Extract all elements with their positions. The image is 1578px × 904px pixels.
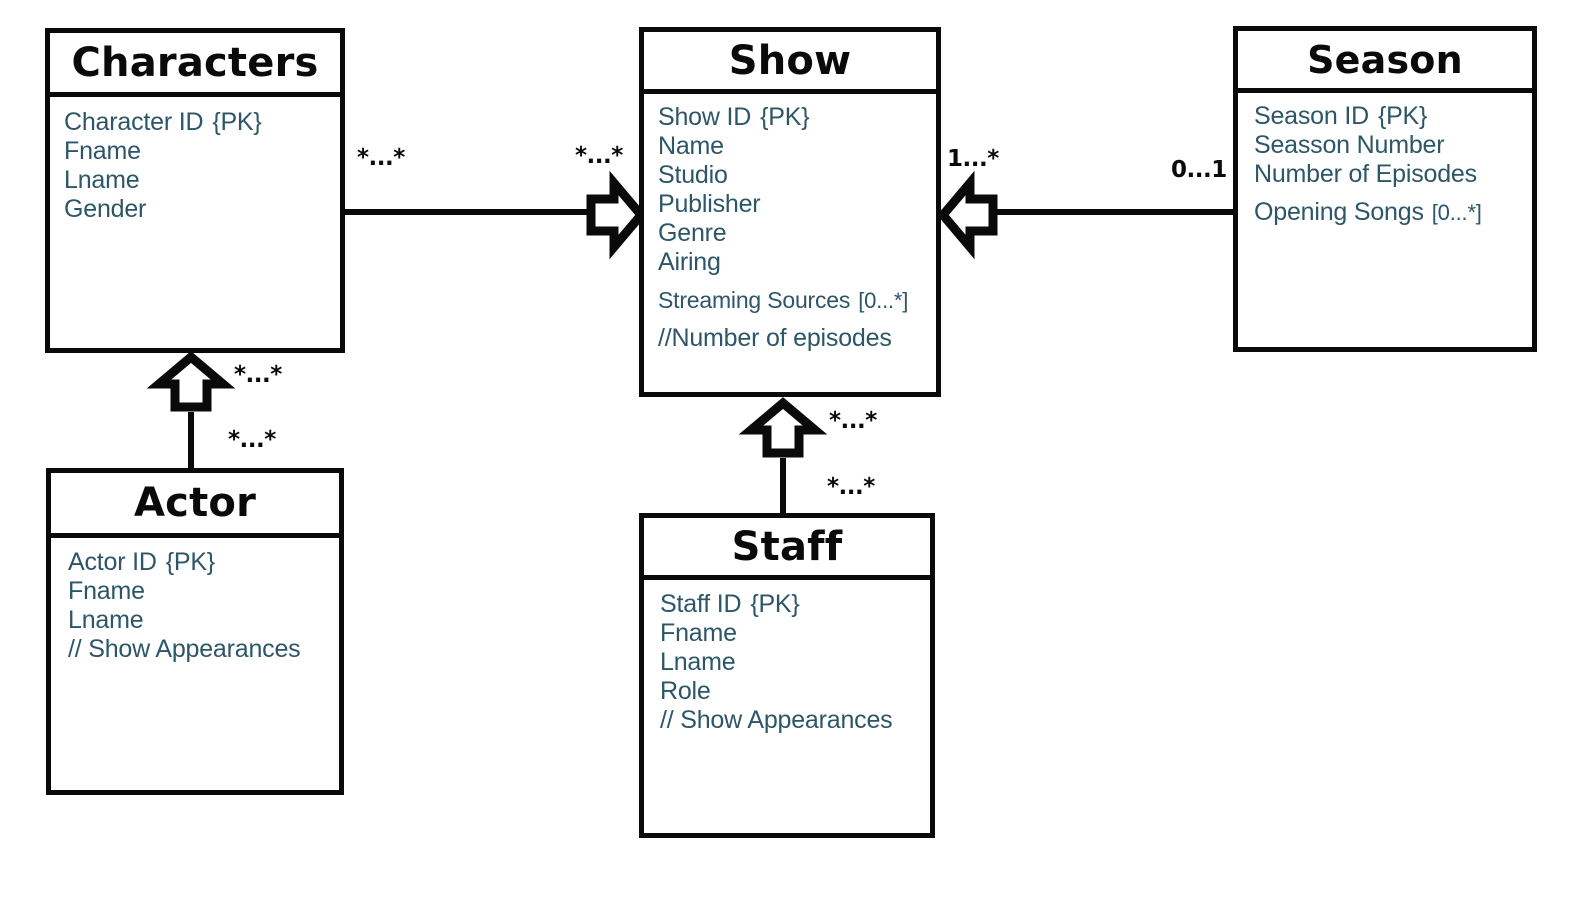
multiplicity-actor-characters-from: *...*	[228, 427, 276, 453]
multiplicity-characters-show-to: *...*	[575, 143, 623, 169]
attribute-name: //Number of episodes	[658, 324, 892, 352]
class-header-characters: Characters	[50, 33, 340, 97]
multiplicity-staff-show-from: *...*	[827, 474, 875, 500]
attribute-row: Staff ID {PK}	[660, 590, 930, 619]
edge-staff-show	[780, 458, 786, 516]
multiplicity-season-show-from: 0...1	[1171, 157, 1227, 183]
class-title-show: Show	[728, 37, 852, 84]
uml-class-staff[interactable]: Staff Staff ID {PK} Fname Lname Role // S…	[639, 513, 935, 838]
attribute-row: // Show Appearances	[68, 635, 339, 664]
attribute-name: Fname	[64, 137, 141, 165]
attribute-row: Name	[658, 132, 936, 161]
uml-class-show[interactable]: Show Show ID {PK} Name Studio Publisher G…	[639, 27, 941, 397]
attribute-name: Airing	[658, 248, 721, 276]
attribute-tag: {PK}	[750, 590, 800, 618]
uml-class-characters[interactable]: Characters Character ID {PK} Fname Lname …	[45, 28, 345, 353]
attribute-row: Character ID {PK}	[64, 108, 340, 137]
attribute-row: Lname	[660, 648, 930, 677]
class-title-characters: Characters	[71, 39, 319, 86]
attribute-name: Fname	[660, 619, 737, 647]
attribute-row: Lname	[68, 606, 339, 635]
class-title-staff: Staff	[731, 523, 843, 570]
uml-class-diagram-canvas: *...* *...* 1...* 0...1 *...* *...* *...…	[0, 0, 1578, 904]
attribute-row: Gender	[64, 195, 340, 224]
attribute-name: // Show Appearances	[660, 706, 893, 734]
class-header-staff: Staff	[644, 518, 930, 580]
attribute-name: Genre	[658, 219, 727, 247]
class-attributes-show: Show ID {PK} Name Studio Publisher Genre …	[644, 94, 936, 353]
attribute-row: Airing	[658, 248, 936, 277]
class-header-show: Show	[644, 32, 936, 94]
block-arrow-right-icon	[586, 170, 647, 260]
attribute-row: Fname	[68, 577, 339, 606]
class-title-season: Season	[1307, 37, 1463, 82]
multiplicity-actor-characters-to: *...*	[234, 362, 282, 388]
attribute-name: Seasson Number	[1254, 131, 1445, 159]
multiplicity-staff-show-to: *...*	[829, 408, 877, 434]
attribute-tag: {PK}	[1377, 102, 1428, 130]
attribute-tag: {PK}	[165, 548, 215, 576]
class-title-actor: Actor	[134, 480, 256, 526]
attribute-name: Opening Songs	[1254, 198, 1424, 226]
attribute-row: Opening Songs [0...*]	[1254, 198, 1532, 227]
attribute-name: Role	[660, 677, 711, 705]
attribute-row: Lname	[64, 166, 340, 195]
attribute-name: Lname	[64, 166, 140, 194]
attribute-tag: [0...*]	[1431, 200, 1482, 225]
block-arrow-left-icon	[937, 170, 998, 260]
attribute-name: Gender	[64, 195, 147, 223]
edge-actor-characters	[188, 412, 194, 472]
attribute-name: Lname	[660, 648, 736, 676]
class-attributes-characters: Character ID {PK} Fname Lname Gender	[50, 97, 340, 224]
edge-season-show	[990, 209, 1234, 215]
attribute-row: Genre	[658, 219, 936, 248]
attribute-name: Staff ID	[660, 590, 742, 618]
attribute-name: Name	[658, 132, 724, 160]
attribute-name: // Show Appearances	[68, 635, 301, 663]
attribute-row: Actor ID {PK}	[68, 548, 339, 577]
attribute-name: Season ID	[1254, 102, 1369, 130]
attribute-name: Actor ID	[68, 548, 157, 576]
attribute-row: Fname	[660, 619, 930, 648]
attribute-row: Studio	[658, 161, 936, 190]
attribute-name: Fname	[68, 577, 145, 605]
attribute-tag: {PK}	[760, 103, 810, 131]
block-arrow-up-icon-staff	[738, 397, 828, 458]
block-arrow-up-icon-actor	[146, 351, 236, 412]
attribute-name: Streaming Sources	[658, 287, 851, 313]
attribute-row: //Number of episodes	[658, 324, 936, 353]
attribute-tag: {PK}	[212, 108, 262, 136]
edge-characters-show	[345, 209, 595, 215]
attribute-tag: [0...*]	[858, 288, 909, 313]
attribute-row: Streaming Sources [0...*]	[658, 286, 936, 315]
attribute-row: Fname	[64, 137, 340, 166]
uml-class-season[interactable]: Season Season ID {PK} Seasson Number Numb…	[1233, 26, 1537, 352]
attribute-row: Season ID {PK}	[1254, 102, 1532, 131]
class-header-season: Season	[1238, 31, 1532, 93]
attribute-row: Show ID {PK}	[658, 103, 936, 132]
multiplicity-characters-show-from: *...*	[357, 145, 405, 171]
attribute-row: Seasson Number	[1254, 131, 1532, 160]
attribute-name: Studio	[658, 161, 728, 189]
attribute-row: // Show Appearances	[660, 706, 930, 735]
attribute-row: Publisher	[658, 190, 936, 219]
attribute-row: Role	[660, 677, 930, 706]
attribute-name: Publisher	[658, 190, 761, 218]
attribute-row: Number of Episodes	[1254, 160, 1532, 189]
attribute-name: Show ID	[658, 103, 752, 131]
uml-class-actor[interactable]: Actor Actor ID {PK} Fname Lname // Show A…	[46, 468, 344, 795]
attribute-name: Number of Episodes	[1254, 160, 1477, 188]
class-attributes-actor: Actor ID {PK} Fname Lname // Show Appeara…	[51, 538, 339, 664]
multiplicity-season-show-to: 1...*	[947, 146, 999, 172]
attribute-name: Character ID	[64, 108, 204, 136]
class-attributes-staff: Staff ID {PK} Fname Lname Role // Show Ap…	[644, 580, 930, 735]
class-attributes-season: Season ID {PK} Seasson Number Number of E…	[1238, 93, 1532, 227]
class-header-actor: Actor	[51, 473, 339, 538]
attribute-name: Lname	[68, 606, 144, 634]
